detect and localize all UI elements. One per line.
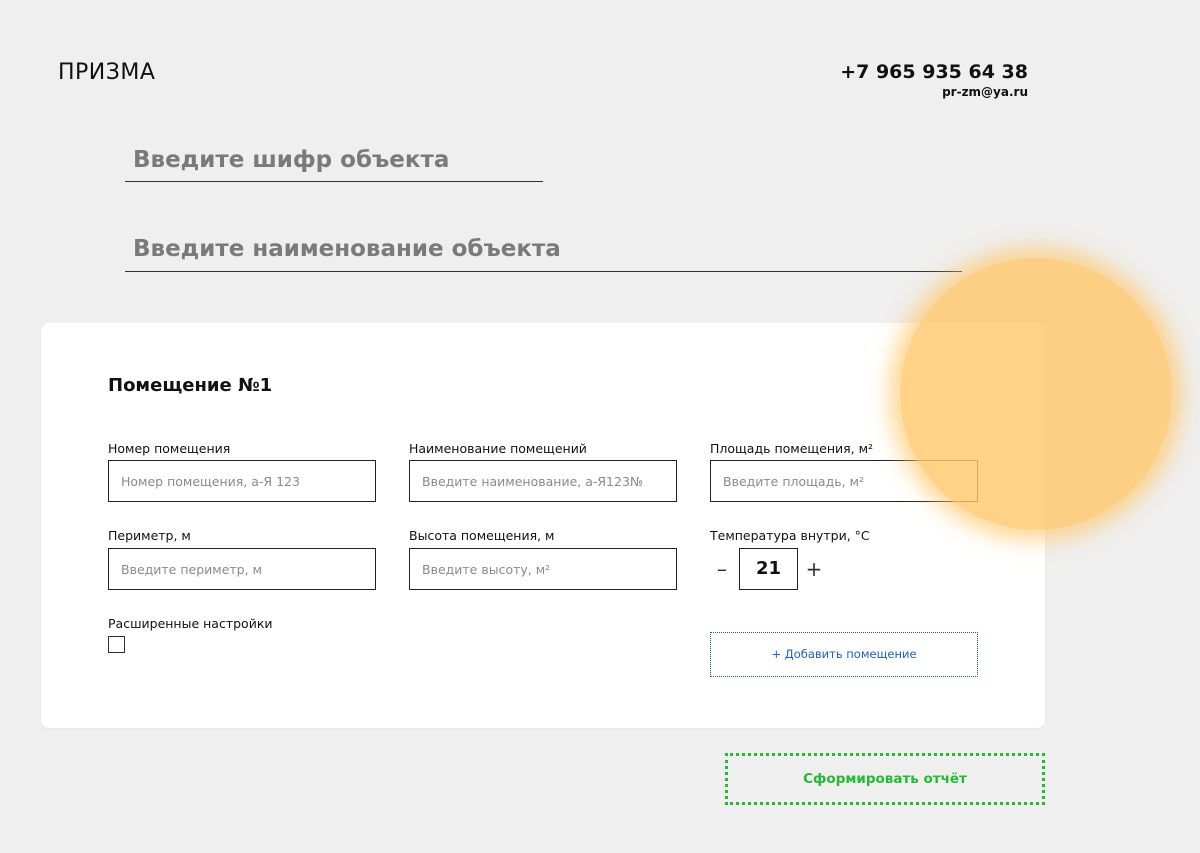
generate-report-button[interactable]: Сформировать отчёт xyxy=(725,753,1045,805)
temperature-value[interactable]: 21 xyxy=(739,548,798,590)
add-room-button[interactable]: + Добавить помещение xyxy=(710,632,978,677)
object-name-input[interactable] xyxy=(125,232,962,272)
brand-logo: ПРИЗМА xyxy=(58,60,156,85)
room-number-label: Номер помещения xyxy=(108,441,231,456)
perimeter-label: Периметр, м xyxy=(108,528,191,543)
phone-number[interactable]: +7 965 935 64 38 xyxy=(840,60,1028,84)
email-address[interactable]: pr-zm@ya.ru xyxy=(840,84,1028,100)
room-area-label: Площадь помещения, м² xyxy=(710,441,874,456)
room-height-input[interactable] xyxy=(409,548,677,590)
room-number-input[interactable] xyxy=(108,460,376,502)
room-title: Помещение №1 xyxy=(108,375,273,396)
perimeter-input[interactable] xyxy=(108,548,376,590)
room-name-input[interactable] xyxy=(409,460,677,502)
object-code-input[interactable] xyxy=(125,144,543,182)
temperature-label: Температура внутри, °С xyxy=(710,528,870,543)
room-area-input[interactable] xyxy=(710,460,978,502)
temperature-decrement-button[interactable]: – xyxy=(710,548,734,590)
contacts: +7 965 935 64 38 pr-zm@ya.ru xyxy=(840,60,1028,100)
room-height-label: Высота помещения, м xyxy=(409,528,555,543)
advanced-settings-label: Расширенные настройки xyxy=(108,616,273,631)
advanced-settings-checkbox[interactable] xyxy=(108,636,125,653)
room-name-label: Наименование помещений xyxy=(409,441,587,456)
room-card: Помещение №1 Номер помещения Наименовани… xyxy=(41,323,1045,728)
temperature-increment-button[interactable]: + xyxy=(802,548,826,590)
